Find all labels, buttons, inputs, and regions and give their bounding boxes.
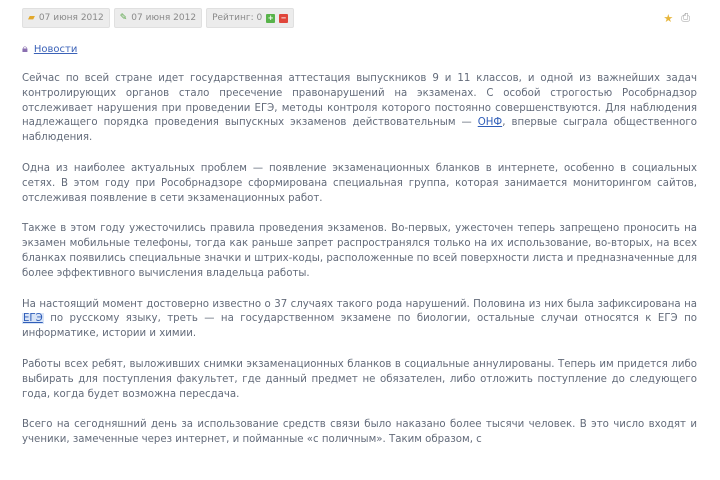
article-paragraph: Также в этом году ужесточились правила п…: [22, 223, 697, 279]
article-actions: ★ ⎙: [663, 11, 690, 25]
onf-link[interactable]: ОНФ: [478, 117, 502, 128]
lock-icon: 🔒︎: [22, 42, 28, 55]
star-icon[interactable]: ★: [663, 12, 673, 25]
article-text: по русскому языку, треть — на государств…: [22, 313, 697, 340]
created-date-chip: ▰ 07 июня 2012: [22, 8, 110, 28]
article-body: Сейчас по всей стране идет государственн…: [22, 72, 697, 464]
article-paragraph: На настоящий момент достоверно известно …: [22, 298, 697, 342]
modified-date: 07 июня 2012: [131, 13, 197, 23]
calendar-icon: ▰: [28, 12, 35, 23]
print-icon[interactable]: ⎙: [681, 11, 690, 25]
modified-date-chip: ✎ 07 июня 2012: [113, 8, 203, 28]
created-date: 07 июня 2012: [38, 13, 104, 23]
article-paragraph: Сейчас по всей стране идет государственн…: [22, 72, 697, 146]
article-paragraph: Всего на сегодняшний день за использован…: [22, 419, 697, 446]
rating-chip: Рейтинг: 0 + −: [206, 8, 295, 28]
article-text: На настоящий момент достоверно известно …: [22, 298, 697, 310]
rate-down-button[interactable]: −: [279, 13, 289, 23]
breadcrumb: 🔒︎ Новости: [22, 42, 77, 56]
rate-up-button[interactable]: +: [266, 13, 276, 23]
article-paragraph: Работы всех ребят, выложивших снимки экз…: [22, 358, 697, 400]
ege-link[interactable]: ЕГЭ: [22, 313, 44, 325]
article-meta-bar: ▰ 07 июня 2012 ✎ 07 июня 2012 Рейтинг: 0…: [22, 8, 295, 28]
rating-label: Рейтинг: 0: [212, 13, 263, 23]
breadcrumb-news-link[interactable]: Новости: [34, 44, 77, 55]
edit-icon: ✎: [119, 12, 128, 23]
article-paragraph: Одна из наиболее актуальных проблем — по…: [22, 162, 697, 204]
